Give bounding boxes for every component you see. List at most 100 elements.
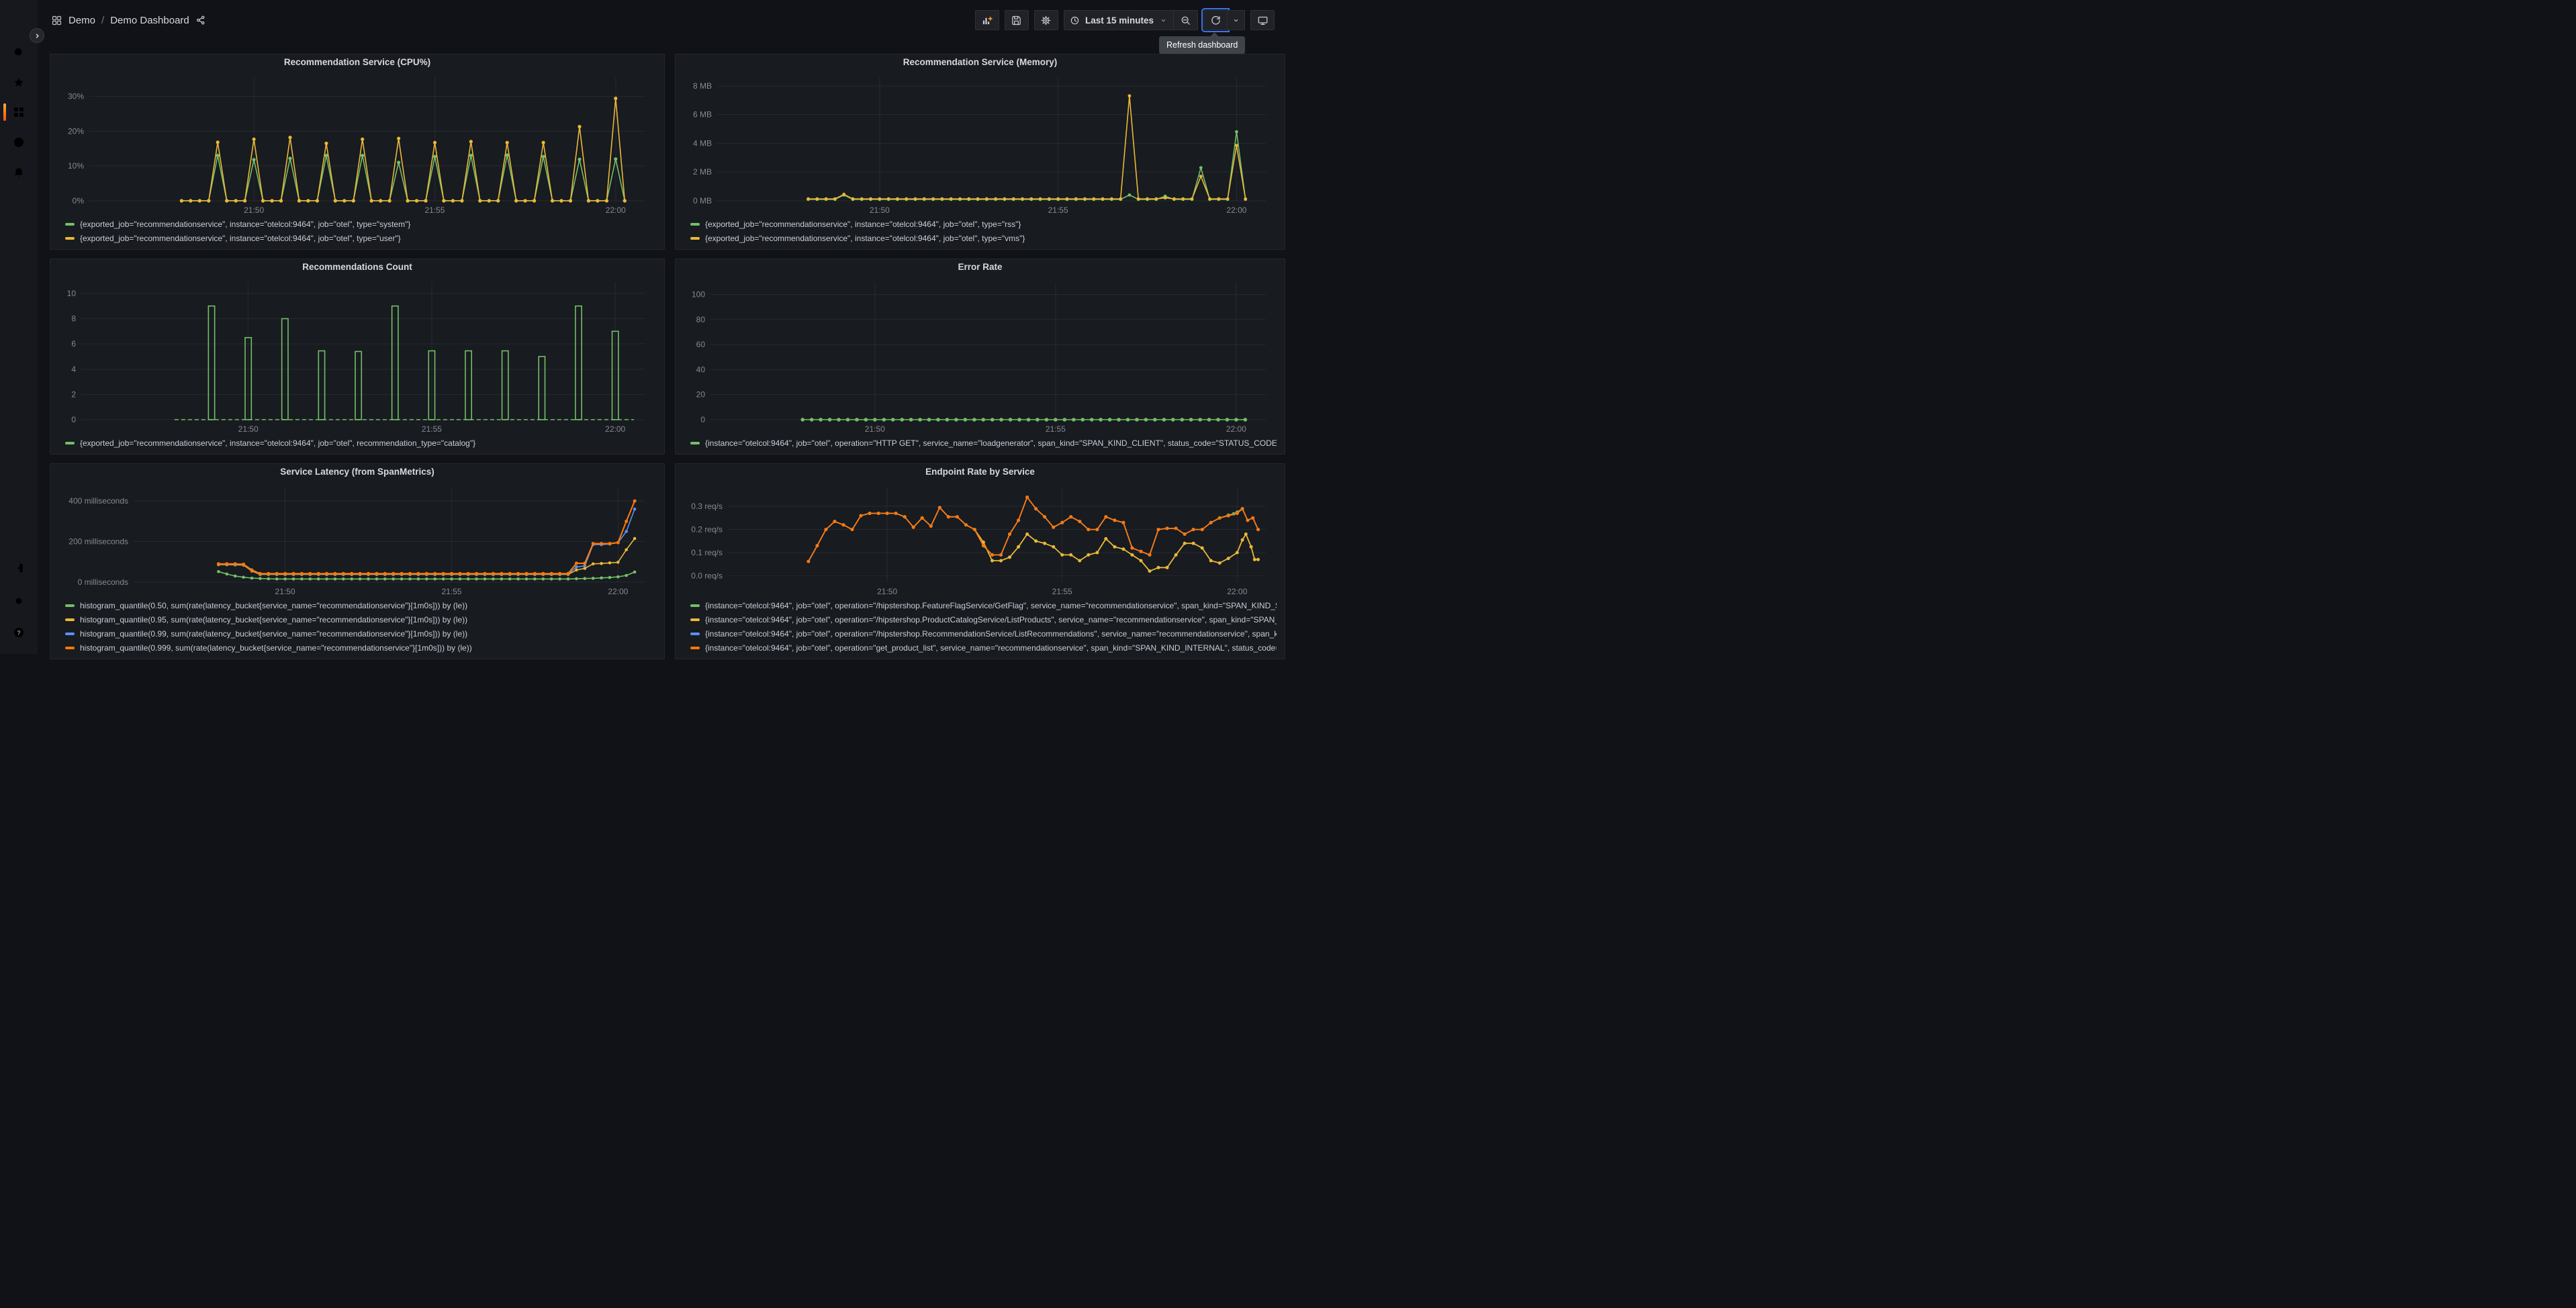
svg-text:60: 60 [696,340,706,349]
expand-sidebar-button[interactable] [30,28,44,43]
svg-text:8 MB: 8 MB [693,81,712,91]
refresh-dashboard-button[interactable] [1201,8,1230,32]
legend-swatch [65,632,75,635]
chevron-down-icon [1159,16,1168,25]
svg-text:0.2 req/s: 0.2 req/s [691,525,723,534]
panel-recommendation-memory: Recommendation Service (Memory) 0 MB 2 MB… [675,54,1285,250]
sidebar-item-dashboards[interactable] [0,99,38,126]
svg-text:0.3 req/s: 0.3 req/s [691,502,723,511]
svg-text:2: 2 [71,389,76,399]
sidebar-item-search[interactable] [0,39,38,66]
memory-chart[interactable]: 0 MB 2 MB 4 MB 6 MB 8 MB 21:50 21:55 22:00 [684,71,1277,217]
legend-item[interactable]: histogram_quantile(0.95, sum(rate(latenc… [65,612,656,626]
svg-text:0.1 req/s: 0.1 req/s [691,548,723,557]
legend-item[interactable]: {instance="otelcol:9464", job="otel", op… [690,626,1277,641]
legend-item[interactable]: {instance="otelcol:9464", job="otel", op… [690,641,1277,655]
legend-swatch [690,604,700,607]
panel-endpoint-rate: Endpoint Rate by Service 0.0 req/s 0.1 re… [675,463,1285,659]
svg-text:4: 4 [71,365,76,374]
legend-item[interactable]: histogram_quantile(0.50, sum(rate(latenc… [65,598,656,612]
legend-item[interactable]: histogram_quantile(0.99, sum(rate(latenc… [65,626,656,641]
service-latency-chart[interactable]: 0 milliseconds 200 milliseconds 400 millis… [58,480,656,598]
svg-text:10%: 10% [68,161,84,171]
endpoint-rate-legend: {instance="otelcol:9464", job="otel", op… [684,598,1277,655]
sidebar-item-help[interactable] [0,619,38,646]
svg-text:0: 0 [71,415,76,424]
chevron-down-icon [1232,16,1240,25]
panel-title[interactable]: Recommendations Count [58,259,656,275]
panel-error-rate: Error Rate 0 20 40 60 80 100 21:50 21:55 22:00 {… [675,259,1285,455]
recommendations-count-chart[interactable]: 0 2 4 6 8 10 21:50 21:55 22:00 [58,275,656,436]
add-panel-icon [981,15,993,26]
left-sidebar [0,0,38,654]
legend-item[interactable]: {exported_job="recommendationservice", i… [65,217,656,231]
cycle-view-button[interactable] [1250,10,1275,30]
add-panel-button[interactable] [974,10,999,30]
save-dashboard-button[interactable] [1004,10,1029,30]
monitor-icon [1257,15,1269,26]
panel-title[interactable]: Error Rate [684,259,1277,275]
legend-item[interactable]: {instance="otelcol:9464", job="otel", op… [690,598,1277,612]
sidebar-item-alerting[interactable] [0,159,38,186]
legend-swatch [690,646,700,649]
legend-label: {instance="otelcol:9464", job="otel", op… [705,643,1277,653]
legend-swatch [65,222,75,226]
chevron-right-icon [33,32,42,40]
legend-label: {exported_job="recommendationservice", i… [705,233,1025,243]
zoom-out-icon [1180,15,1191,26]
legend-item[interactable]: {instance="otelcol:9464", job="otel", op… [690,436,1277,450]
svg-text:0.0 req/s: 0.0 req/s [691,571,723,580]
refresh-interval-dropdown[interactable] [1228,10,1245,30]
sidebar-item-explore[interactable] [0,129,38,156]
endpoint-rate-chart[interactable]: 0.0 req/s 0.1 req/s 0.2 req/s 0.3 req/s 21:5… [684,480,1277,598]
svg-text:0 milliseconds: 0 milliseconds [78,577,128,587]
error-rate-chart[interactable]: 0 20 40 60 80 100 21:50 21:55 22:00 [684,275,1277,436]
panel-title[interactable]: Service Latency (from SpanMetrics) [58,464,656,480]
svg-text:200 milliseconds: 200 milliseconds [68,537,128,547]
legend-item[interactable]: {exported_job="recommendationservice", i… [690,231,1277,245]
svg-text:20%: 20% [68,126,84,136]
sidebar-item-starred[interactable] [0,69,38,96]
legend-item[interactable]: {exported_job="recommendationservice", i… [690,217,1277,231]
svg-text:21:50: 21:50 [877,587,897,596]
svg-text:22:00: 22:00 [1227,587,1247,596]
sidebar-item-settings[interactable] [0,588,38,614]
legend-item[interactable]: {exported_job="recommendationservice", i… [65,436,656,450]
memory-legend: {exported_job="recommendationservice", i… [684,217,1277,245]
sidebar-item-sign-in[interactable] [0,555,38,581]
panel-title[interactable]: Endpoint Rate by Service [684,464,1277,480]
legend-item[interactable]: {exported_job="recommendationservice", i… [65,231,656,245]
panel-recommendations-count: Recommendations Count 0 2 4 6 8 10 21:50 21:55 2… [50,259,665,455]
svg-text:21:50: 21:50 [865,424,885,434]
grafana-logo[interactable] [9,7,29,27]
bell-icon [12,166,26,179]
legend-swatch [65,604,75,607]
legend-item[interactable]: {instance="otelcol:9464", job="otel", op… [690,612,1277,626]
legend-swatch [690,236,700,240]
legend-label: {exported_job="recommendationservice", i… [80,233,401,243]
zoom-out-button[interactable] [1174,10,1198,30]
svg-text:6 MB: 6 MB [693,110,712,120]
svg-text:21:50: 21:50 [870,205,890,215]
legend-swatch [65,441,75,445]
legend-label: {instance="otelcol:9464", job="otel", op… [705,628,1277,639]
svg-text:0: 0 [700,415,705,424]
legend-item[interactable]: histogram_quantile(0.999, sum(rate(laten… [65,641,656,655]
svg-text:21:55: 21:55 [1052,587,1072,596]
legend-label: histogram_quantile(0.99, sum(rate(latenc… [80,628,468,639]
panel-title[interactable]: Recommendation Service (Memory) [684,54,1277,71]
save-icon [1011,15,1022,26]
svg-text:10: 10 [67,289,77,298]
svg-text:21:55: 21:55 [422,424,442,434]
search-icon [12,46,26,59]
tooltip-arrow [1210,32,1219,41]
gear-icon [12,594,26,608]
legend-swatch [690,618,700,621]
svg-text:22:00: 22:00 [608,587,628,596]
compass-icon [12,136,26,149]
dashboard-toolbar: Last 15 minutes Refresh dashboard [974,8,1275,54]
legend-label: histogram_quantile(0.50, sum(rate(latenc… [80,600,468,610]
dashboard-settings-button[interactable] [1033,10,1058,30]
time-range-picker[interactable]: Last 15 minutes [1063,10,1174,30]
refresh-controls: Refresh dashboard [1159,8,1246,54]
